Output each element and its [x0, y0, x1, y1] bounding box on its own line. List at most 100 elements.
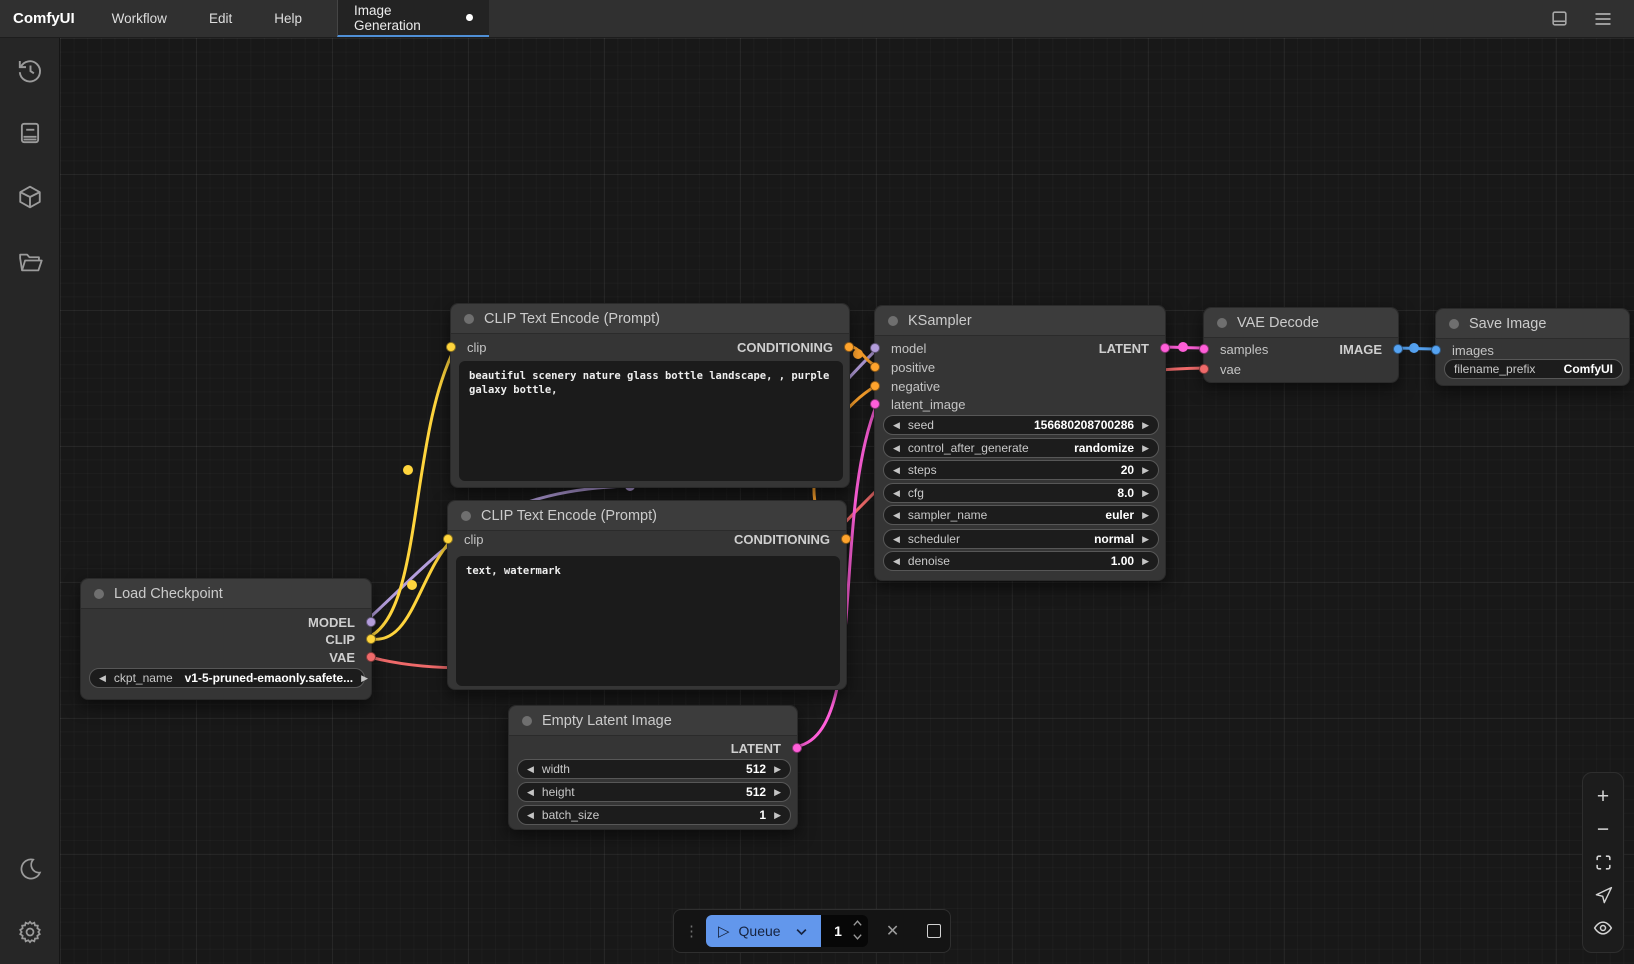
output-slot-latent[interactable] [1160, 343, 1170, 353]
increment-icon[interactable]: ▶ [1142, 489, 1149, 498]
decrement-icon[interactable]: ◀ [527, 788, 534, 797]
increment-icon[interactable]: ▶ [1142, 535, 1149, 544]
output-slot-clip[interactable] [366, 634, 376, 644]
widget-width[interactable]: ◀ width 512 ▶ [517, 759, 791, 779]
output-slot-latent[interactable] [792, 743, 802, 753]
decrement-icon[interactable]: ◀ [893, 511, 900, 520]
sidebar-queue-history-button[interactable] [14, 54, 46, 86]
output-slot-conditioning[interactable] [841, 534, 851, 544]
prompt-textarea[interactable]: beautiful scenery nature glass bottle la… [459, 361, 843, 481]
widget-value: v1-5-pruned-emaonly.safete... [185, 671, 354, 685]
node-save-image[interactable]: Save Image images filename_prefix ComfyU… [1435, 308, 1630, 386]
input-slot-clip[interactable] [443, 534, 453, 544]
input-slot-positive[interactable] [870, 362, 880, 372]
decrement-icon[interactable]: ◀ [893, 489, 900, 498]
node-empty-latent-image[interactable]: Empty Latent Image LATENT ◀ width 512 ▶ … [508, 705, 798, 830]
decrement-icon[interactable]: ◀ [893, 421, 900, 430]
widget-steps[interactable]: ◀ steps 20 ▶ [883, 460, 1159, 480]
node-clip-encode-positive[interactable]: CLIP Text Encode (Prompt) clip CONDITION… [450, 303, 850, 488]
node-title-bar[interactable]: Empty Latent Image [509, 706, 797, 736]
input-clip-label: clip [464, 530, 484, 548]
node-title-bar[interactable]: Load Checkpoint [81, 579, 371, 609]
increment-icon[interactable]: ▶ [1142, 444, 1149, 453]
input-slot-vae[interactable] [1199, 364, 1209, 374]
input-slot-clip[interactable] [446, 342, 456, 352]
stop-button[interactable] [917, 924, 950, 938]
output-slot-vae[interactable] [366, 652, 376, 662]
input-slot-latent-image[interactable] [870, 399, 880, 409]
sidebar-node-library-button[interactable] [14, 117, 46, 149]
menu-edit[interactable]: Edit [188, 0, 253, 37]
input-positive-label: positive [891, 358, 935, 376]
widget-denoise[interactable]: ◀ denoise 1.00 ▶ [883, 551, 1159, 571]
decrement-icon[interactable]: ◀ [893, 444, 900, 453]
widget-filename-prefix[interactable]: filename_prefix ComfyUI [1444, 359, 1623, 379]
increment-icon[interactable]: ▶ [1142, 511, 1149, 520]
widget-height[interactable]: ◀ height 512 ▶ [517, 782, 791, 802]
main-menu-button[interactable] [1588, 4, 1618, 34]
node-title-bar[interactable]: KSampler [875, 306, 1165, 336]
decrement-icon[interactable]: ◀ [893, 466, 900, 475]
menu-workflow[interactable]: Workflow [91, 0, 188, 37]
widget-ckpt-name[interactable]: ◀ ckpt_name v1-5-pruned-emaonly.safete..… [89, 668, 365, 688]
widget-batch-size[interactable]: ◀ batch_size 1 ▶ [517, 805, 791, 825]
increment-icon[interactable]: ▶ [1142, 466, 1149, 475]
widget-sampler-name[interactable]: ◀ sampler_name euler ▶ [883, 505, 1159, 525]
chevron-down-icon[interactable] [794, 924, 809, 939]
sidebar [0, 38, 60, 964]
decrement-icon[interactable]: ◀ [527, 811, 534, 820]
toggle-links-visibility-button[interactable] [1590, 915, 1616, 941]
node-title-bar[interactable]: VAE Decode [1204, 308, 1398, 338]
menu-help[interactable]: Help [253, 0, 323, 37]
input-slot-samples[interactable] [1199, 344, 1209, 354]
input-slot-model[interactable] [870, 343, 880, 353]
widget-scheduler[interactable]: ◀ scheduler normal ▶ [883, 529, 1159, 549]
decrement-icon[interactable]: ◀ [893, 535, 900, 544]
decrement-icon[interactable]: ◀ [527, 765, 534, 774]
unsaved-indicator-dot [466, 14, 473, 21]
node-title-bar[interactable]: CLIP Text Encode (Prompt) [448, 501, 846, 531]
node-title-bar[interactable]: CLIP Text Encode (Prompt) [451, 304, 849, 334]
sidebar-model-library-button[interactable] [14, 181, 46, 213]
settings-button[interactable] [14, 916, 46, 948]
increment-icon[interactable]: ▶ [1142, 557, 1149, 566]
clear-queue-button[interactable]: ✕ [876, 921, 909, 941]
output-slot-conditioning[interactable] [844, 342, 854, 352]
node-ksampler[interactable]: KSampler model positive negative latent_… [874, 305, 1166, 581]
widget-seed[interactable]: ◀ seed 156680208700286 ▶ [883, 415, 1159, 435]
widget-control-after-generate[interactable]: ◀ control_after_generate randomize ▶ [883, 438, 1159, 458]
fit-view-button[interactable] [1590, 849, 1616, 875]
node-clip-encode-negative[interactable]: CLIP Text Encode (Prompt) clip CONDITION… [447, 500, 847, 690]
zoom-in-button[interactable]: + [1590, 784, 1616, 810]
increment-icon[interactable]: ▶ [1142, 421, 1149, 430]
queue-button[interactable]: ▷ Queue [706, 915, 821, 947]
increment-icon[interactable]: ▶ [361, 674, 368, 683]
decrement-icon[interactable]: ◀ [893, 557, 900, 566]
drag-handle-icon[interactable]: ⋮ [674, 922, 706, 940]
spinner-down-icon[interactable] [852, 933, 863, 941]
node-title-bar[interactable]: Save Image [1436, 309, 1629, 339]
zoom-out-button[interactable]: − [1590, 817, 1616, 843]
output-slot-image[interactable] [1393, 344, 1403, 354]
node-canvas[interactable] [60, 38, 1634, 964]
widget-label: denoise [908, 554, 950, 568]
increment-icon[interactable]: ▶ [774, 788, 781, 797]
spinner-up-icon[interactable] [852, 919, 863, 927]
input-slot-images[interactable] [1431, 345, 1441, 355]
theme-toggle-button[interactable] [14, 852, 46, 884]
toggle-bottom-panel-button[interactable] [1544, 4, 1574, 34]
prompt-textarea[interactable]: text, watermark [456, 556, 840, 686]
batch-count-input[interactable]: 1 [821, 915, 868, 947]
widget-label: height [542, 785, 575, 799]
input-slot-negative[interactable] [870, 381, 880, 391]
decrement-icon[interactable]: ◀ [99, 674, 106, 683]
select-mode-button[interactable] [1590, 882, 1616, 908]
widget-cfg[interactable]: ◀ cfg 8.0 ▶ [883, 483, 1159, 503]
node-load-checkpoint[interactable]: Load Checkpoint MODEL CLIP VAE ◀ ckpt_na… [80, 578, 372, 700]
node-vae-decode[interactable]: VAE Decode samples vae IMAGE [1203, 307, 1399, 383]
increment-icon[interactable]: ▶ [774, 811, 781, 820]
tab-image-generation[interactable]: Image Generation [337, 0, 489, 37]
increment-icon[interactable]: ▶ [774, 765, 781, 774]
sidebar-workflows-button[interactable] [14, 246, 46, 278]
output-slot-model[interactable] [366, 617, 376, 627]
